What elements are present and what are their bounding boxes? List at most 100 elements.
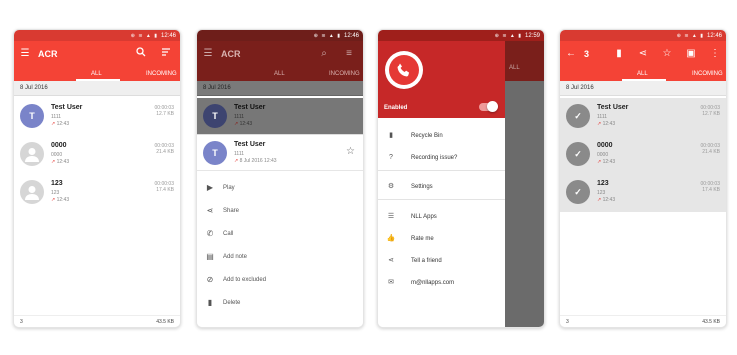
search-icon[interactable] [134, 47, 148, 61]
call-time: ↗ 12:43 [597, 121, 616, 127]
status-bar: ⊕ ≋ ▲ ▮ 12:46 [14, 30, 180, 41]
block-icon: ⊘ [206, 275, 214, 284]
status-icons: ⊕ ≋ ▲ ▮ [130, 32, 158, 39]
selection-count: 3 [584, 49, 590, 59]
avatar [20, 180, 44, 204]
call-row[interactable]: 0000 0000 ↗ 12:43 00:00:03 21.4 KB [14, 136, 180, 174]
toolbar: ☰ ACR [14, 41, 180, 68]
sheet-contact-name: Test User [234, 141, 266, 148]
enabled-toggle[interactable] [479, 101, 498, 112]
tab-incoming[interactable]: INCOMING [146, 71, 177, 77]
status-bar: ⊕ ≋ ▲ ▮ 12:46 [197, 30, 363, 41]
select-all-icon[interactable]: ▣ [684, 47, 698, 61]
drawer-item-recording-issue[interactable]: ? Recording issue? [378, 147, 505, 169]
call-meta: 00:00:03 12.7 KB [154, 105, 174, 117]
date-header: 8 Jul 2016 [197, 81, 363, 96]
sheet-item-add-note[interactable]: ▤ Add note [197, 246, 363, 269]
avatar: T [203, 141, 227, 165]
call-row-selected[interactable]: ✓ Test User 1111 ↗ 12:43 00:00:03 12.7 KB [560, 98, 726, 136]
more-vert-icon[interactable]: ⋮ [708, 47, 722, 61]
sheet-item-add-excluded[interactable]: ⊘ Add to excluded [197, 269, 363, 292]
toolbar: ← 3 ▮ ⋖ ☆ ▣ ⋮ [560, 41, 726, 68]
share-icon: ⋖ [388, 257, 394, 264]
screen-call-list: ⊕ ≋ ▲ ▮ 12:46 ☰ ACR ALL INCOMING 8 Jul 2… [13, 29, 181, 328]
sheet-item-delete[interactable]: ▮ Delete [197, 292, 363, 315]
total-size: 43.5 KB [702, 319, 720, 325]
status-bar: ⊕ ≋ ▲ ▮ 12:59 [378, 30, 544, 41]
check-icon: ✓ [566, 142, 590, 166]
divider [378, 170, 505, 171]
sheet-item-call[interactable]: ✆ Call [197, 223, 363, 246]
call-row-selected[interactable]: ✓ 123 123 ↗ 12:43 00:00:03 17.4 KB [560, 174, 726, 212]
sort-icon[interactable] [159, 47, 173, 61]
call-row[interactable]: 123 123 ↗ 12:43 00:00:03 17.4 KB [14, 174, 180, 212]
status-time: 12:46 [160, 32, 176, 39]
check-icon: ✓ [566, 180, 590, 204]
date-header: 8 Jul 2016 [560, 81, 726, 96]
call-number: 1111 [597, 114, 608, 120]
call-number: 123 [597, 190, 606, 196]
drawer-item-rate-me[interactable]: 👍 Rate me [378, 228, 505, 250]
call-time: ↗ 12:43 [51, 159, 70, 165]
mail-icon: ✉ [388, 279, 394, 286]
call-row: T Test User 1111 ↗ 12:43 [197, 98, 363, 136]
tab-bar: ALL INCOMING [14, 68, 180, 81]
call-name: 123 [597, 180, 609, 187]
recording-count: 3 [566, 319, 569, 325]
avatar [20, 142, 44, 166]
divider [378, 199, 505, 200]
outgoing-arrow-icon: ↗ [51, 159, 56, 165]
drawer-item-tell-friend[interactable]: ⋖ Tell a friend [378, 250, 505, 272]
call-row[interactable]: T Test User 1111 ↗ 12:43 00:00:03 12.7 KB [14, 98, 180, 136]
call-name: Test User [234, 104, 266, 111]
drawer-item-settings[interactable]: ⚙ Settings [378, 176, 505, 198]
search-icon: ⌕ [321, 48, 327, 59]
call-number: 1111 [234, 114, 245, 120]
nav-drawer: Enabled ▮ Recycle Bin ? Recording issue? ⚙… [378, 41, 505, 327]
call-name: 0000 [597, 142, 613, 149]
sheet-item-play[interactable]: ▶ Play [197, 177, 363, 200]
enabled-label: Enabled [384, 105, 408, 111]
star-icon[interactable]: ☆ [660, 47, 674, 61]
tab-all[interactable]: ALL [637, 71, 648, 77]
share-icon[interactable]: ⋖ [636, 47, 650, 61]
note-icon: ▤ [206, 252, 214, 261]
toolbar: ☰ ACR ⌕ ≡ [197, 41, 363, 68]
drawer-item-email[interactable]: ✉ m@nllapps.com [378, 272, 505, 294]
call-name: 0000 [51, 142, 67, 149]
back-arrow-icon[interactable]: ← [564, 47, 578, 61]
dimmed-content[interactable]: ALL [505, 41, 544, 327]
call-number: 0000 [51, 152, 63, 158]
call-meta: 00:00:03 17.4 KB [700, 181, 720, 193]
recording-count: 3 [20, 319, 23, 325]
trash-icon[interactable]: ▮ [612, 47, 626, 61]
sheet-item-share[interactable]: ⋖ Share [197, 200, 363, 223]
screen-action-sheet: ⊕ ≋ ▲ ▮ 12:46 ☰ ACR ⌕ ≡ ALL INCOMING 8 J… [196, 29, 364, 328]
thumbs-up-icon: 👍 [386, 235, 396, 242]
list-footer: 3 43.5 KB [14, 315, 180, 327]
call-number: 0000 [597, 152, 609, 158]
star-icon[interactable]: ☆ [346, 146, 355, 157]
phone-icon [397, 63, 410, 77]
call-time: ↗ 12:43 [597, 197, 616, 203]
drawer-header: Enabled [378, 41, 505, 118]
bottom-sheet: T Test User 1111 ↗ 8 Jul 2016 12:43 ☆ ▶ P… [197, 134, 363, 327]
menu-icon: ☰ [203, 48, 213, 59]
call-meta: 00:00:03 21.4 KB [154, 143, 174, 155]
call-meta: 00:00:03 21.4 KB [700, 143, 720, 155]
app-title: ACR [38, 49, 58, 59]
menu-icon[interactable]: ☰ [18, 47, 32, 61]
call-time: ↗ 12:43 [234, 121, 253, 127]
list-footer: 3 43.5 KB [560, 315, 726, 327]
person-icon [25, 148, 39, 162]
drawer-item-nll-apps[interactable]: ☰ NLL Apps [378, 206, 505, 228]
drawer-item-recycle-bin[interactable]: ▮ Recycle Bin [378, 125, 505, 147]
tab-all[interactable]: ALL [91, 71, 102, 77]
check-icon: ✓ [566, 104, 590, 128]
call-time: ↗ 12:43 [51, 197, 70, 203]
call-time: ↗ 12:43 [597, 159, 616, 165]
call-row-selected[interactable]: ✓ 0000 0000 ↗ 12:43 00:00:03 21.4 KB [560, 136, 726, 174]
call-name: Test User [51, 104, 83, 111]
apps-icon: ☰ [387, 213, 395, 220]
tab-incoming[interactable]: INCOMING [692, 71, 723, 77]
